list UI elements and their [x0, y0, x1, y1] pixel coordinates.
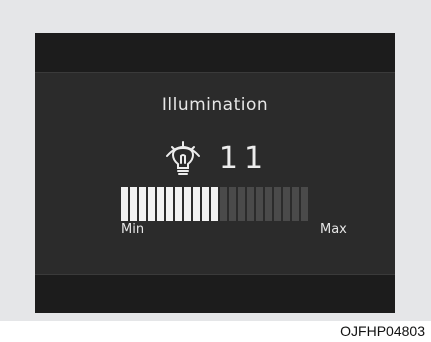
level-segment — [256, 187, 263, 221]
display-top-band — [35, 33, 395, 73]
level-segment — [301, 187, 308, 221]
level-segment — [211, 187, 218, 221]
max-label: Max — [320, 222, 347, 237]
level-segment — [229, 187, 236, 221]
level-segment — [202, 187, 209, 221]
image-frame: Illumination 11 Min Max — [0, 0, 431, 321]
illumination-value-row: 11 — [35, 137, 395, 181]
illumination-level-bar[interactable] — [121, 187, 308, 221]
level-segment — [175, 187, 182, 221]
level-segment — [148, 187, 155, 221]
level-segment — [193, 187, 200, 221]
level-segment — [238, 187, 245, 221]
level-segment — [130, 187, 137, 221]
level-segment — [274, 187, 281, 221]
page-title: Illumination — [161, 95, 269, 115]
cluster-display: Illumination 11 Min Max — [35, 33, 395, 313]
level-segment — [283, 187, 290, 221]
level-segment — [292, 187, 299, 221]
display-bottom-band — [35, 274, 395, 313]
illumination-bulb-icon — [165, 141, 200, 175]
level-segment — [184, 187, 191, 221]
level-segment — [265, 187, 272, 221]
level-segment — [157, 187, 164, 221]
illumination-value: 11 — [218, 141, 270, 176]
level-segment — [166, 187, 173, 221]
level-segment — [220, 187, 227, 221]
min-label: Min — [121, 222, 145, 237]
level-segment — [247, 187, 254, 221]
figure-caption: OJFHP04803 — [340, 323, 425, 339]
level-segment — [139, 187, 146, 221]
level-segment — [121, 187, 128, 221]
